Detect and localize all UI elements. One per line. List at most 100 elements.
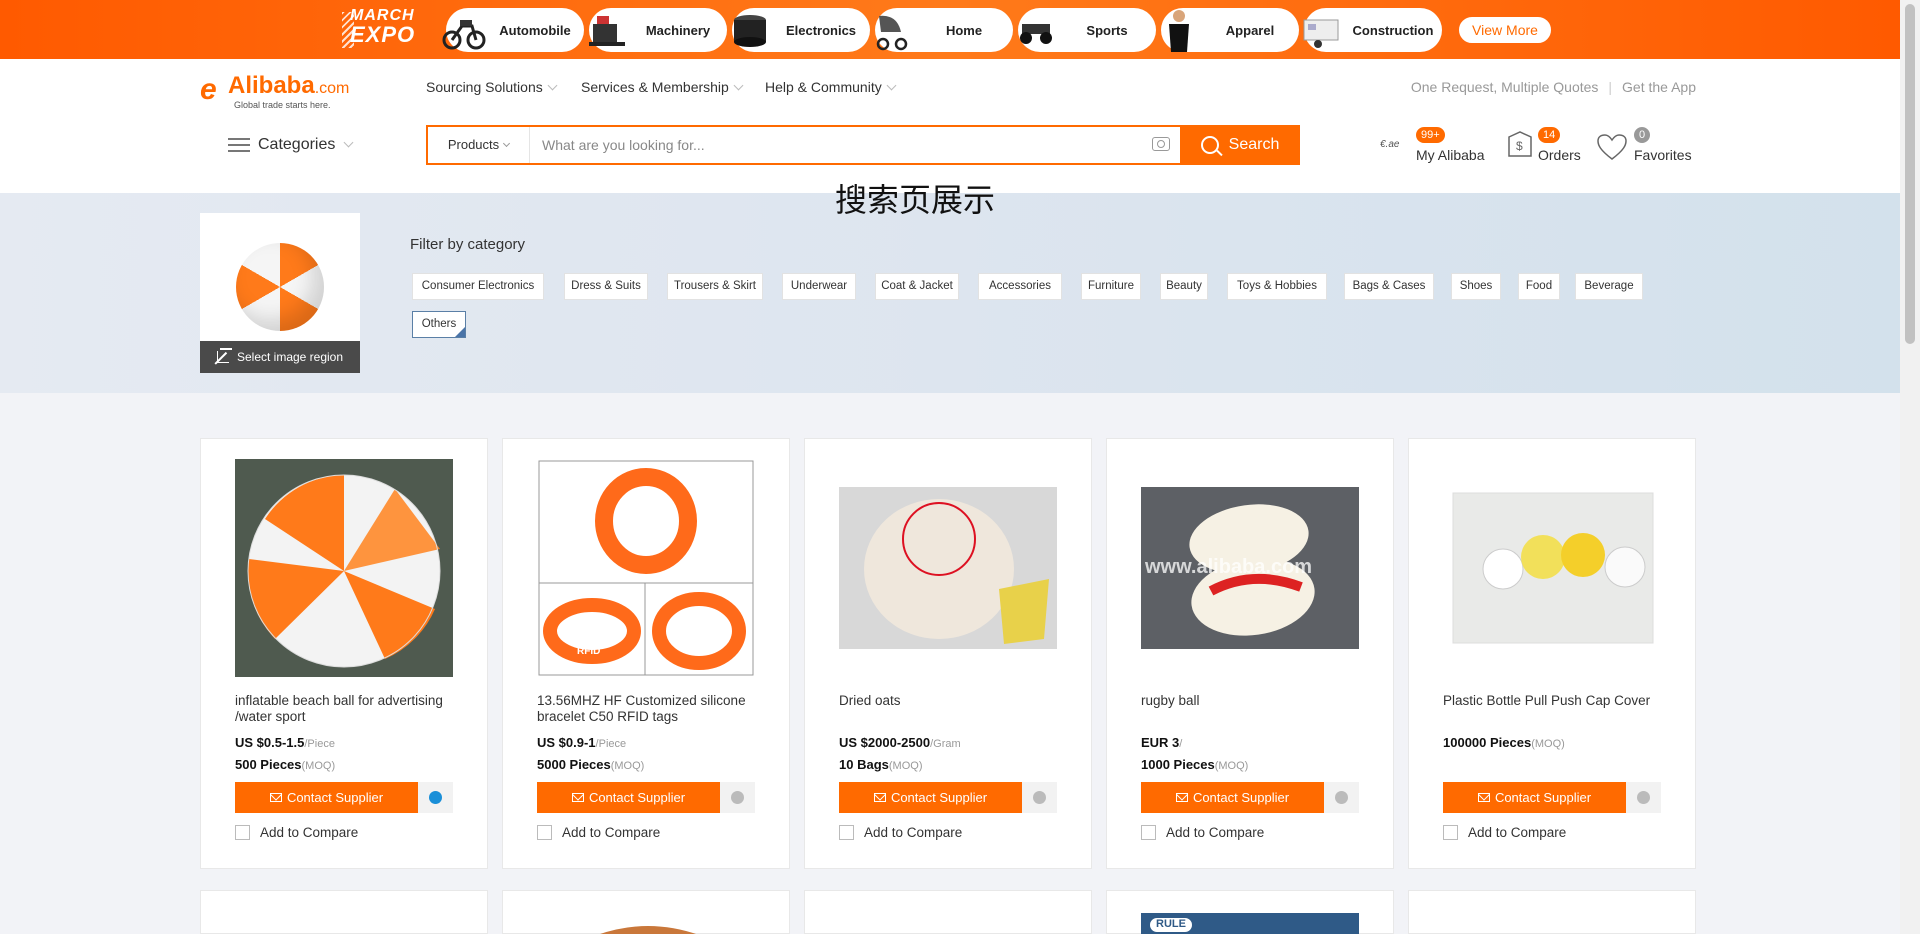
chip-food[interactable]: Food [1518, 273, 1560, 300]
chip-coat-jacket[interactable]: Coat & Jacket [875, 273, 959, 300]
expo-category-automobile[interactable]: Automobile [442, 8, 584, 52]
rfq-link[interactable]: One Request, Multiple Quotes [1411, 79, 1599, 95]
moq-unit: (MOQ) [888, 760, 923, 772]
chip-beauty[interactable]: Beauty [1160, 273, 1208, 300]
contact-supplier-button[interactable]: Contact Supplier [537, 782, 720, 813]
expo-category-home[interactable]: Home [875, 8, 1013, 52]
search-input[interactable] [542, 127, 1142, 163]
chat-now-button[interactable] [1626, 782, 1661, 813]
nav-label: Services & Membership [581, 79, 729, 95]
expo-category-machinery[interactable]: Machinery [589, 8, 727, 52]
nav-services-membership[interactable]: Services & Membership [581, 79, 744, 95]
compare-checkbox[interactable] [1443, 825, 1458, 840]
logo-word: Alibaba [228, 72, 315, 99]
add-to-compare[interactable]: Add to Compare [235, 825, 358, 840]
chat-now-button[interactable] [418, 782, 453, 813]
chip-accessories[interactable]: Accessories [978, 273, 1062, 300]
product-title[interactable]: rugby ball [1141, 693, 1367, 709]
search-type-label: Products [447, 137, 500, 152]
favorites-link[interactable]: 0 Favorites [1596, 127, 1696, 167]
camera-icon[interactable] [1152, 137, 1170, 151]
stroller-icon [876, 15, 908, 51]
product-card[interactable]: Dried oats US $2000-2500/Gram 10 Bags(MO… [804, 438, 1092, 869]
product-price: US $2000-2500/Gram [839, 735, 961, 750]
compare-checkbox[interactable] [235, 825, 250, 840]
logo-suffix: .com [314, 80, 350, 97]
expo-category-electronics[interactable]: Electronics [732, 8, 870, 52]
contact-supplier-button[interactable]: Contact Supplier [1141, 782, 1324, 813]
chip-underwear[interactable]: Underwear [782, 273, 856, 300]
product-image[interactable]: www.alibaba.com [1141, 459, 1359, 677]
nav-sourcing-solutions[interactable]: Sourcing Solutions [426, 79, 558, 95]
chat-offline-icon [1033, 791, 1046, 804]
product-image[interactable] [235, 459, 453, 677]
product-image[interactable] [839, 459, 1057, 677]
chip-consumer-electronics[interactable]: Consumer Electronics [412, 273, 544, 300]
march-expo-logo[interactable]: MARCH EXPO [342, 8, 438, 52]
select-image-region-button[interactable]: Select image region [200, 341, 360, 373]
alibaba-logo[interactable]: e Alibaba.com Global trade starts here. [200, 69, 400, 110]
compare-label: Add to Compare [1166, 825, 1265, 840]
compare-checkbox[interactable] [537, 825, 552, 840]
chat-now-button[interactable] [1324, 782, 1359, 813]
orders-link[interactable]: $ 14 Orders [1506, 127, 1586, 167]
expo-category-sports[interactable]: Sports [1018, 8, 1156, 52]
chip-dress-suits[interactable]: Dress & Suits [564, 273, 648, 300]
search-type-dropdown[interactable]: Products [428, 127, 530, 163]
my-alibaba-link[interactable]: €.ae 99+ My Alibaba [1380, 127, 1490, 167]
product-image[interactable]: RFID [537, 459, 755, 677]
scrollbar-thumb[interactable] [1905, 4, 1915, 344]
chevron-down-icon [547, 80, 558, 91]
contact-supplier-button[interactable]: Contact Supplier [839, 782, 1022, 813]
product-card[interactable]: RULE [1106, 890, 1394, 934]
chip-shoes[interactable]: Shoes [1451, 273, 1501, 300]
product-card[interactable] [502, 890, 790, 934]
chip-others[interactable]: Others [412, 311, 466, 338]
search-button[interactable]: Search [1180, 125, 1300, 165]
categories-menu[interactable]: Categories [228, 136, 354, 154]
add-to-compare[interactable]: Add to Compare [839, 825, 962, 840]
product-title[interactable]: inflatable beach ball for advertising /w… [235, 693, 461, 725]
moq-value: 100000 Pieces [1443, 735, 1532, 750]
contact-label: Contact Supplier [1192, 790, 1290, 805]
expo-category-label: Construction [1352, 22, 1434, 38]
product-card[interactable] [804, 890, 1092, 934]
chip-beverage[interactable]: Beverage [1575, 273, 1643, 300]
product-title[interactable]: Plastic Bottle Pull Push Cap Cover [1443, 693, 1669, 709]
contact-supplier-button[interactable]: Contact Supplier [1443, 782, 1626, 813]
expo-category-apparel[interactable]: Apparel [1161, 8, 1299, 52]
product-card[interactable]: RFID 13.56MHZ HF Customized silicone bra… [502, 438, 790, 869]
contact-supplier-button[interactable]: Contact Supplier [235, 782, 418, 813]
product-card[interactable]: inflatable beach ball for advertising /w… [200, 438, 488, 869]
orders-label: Orders [1538, 147, 1581, 163]
expo-category-construction[interactable]: Construction [1303, 8, 1442, 52]
nav-help-community[interactable]: Help & Community [765, 79, 897, 95]
product-moq: 1000 Pieces(MOQ) [1141, 757, 1248, 772]
product-title[interactable]: 13.56MHZ HF Customized silicone bracelet… [537, 693, 763, 725]
get-app-link[interactable]: Get the App [1622, 79, 1696, 95]
chip-trousers-skirt[interactable]: Trousers & Skirt [667, 273, 763, 300]
compare-checkbox[interactable] [1141, 825, 1156, 840]
price-unit: /Piece [304, 738, 335, 750]
view-more-button[interactable]: View More [1459, 17, 1551, 43]
product-price: US $0.5-1.5/Piece [235, 735, 335, 750]
add-to-compare[interactable]: Add to Compare [537, 825, 660, 840]
product-card[interactable]: Plastic Bottle Pull Push Cap Cover 10000… [1408, 438, 1696, 869]
chip-bags-cases[interactable]: Bags & Cases [1344, 273, 1434, 300]
product-card[interactable] [200, 890, 488, 934]
chip-furniture[interactable]: Furniture [1081, 273, 1141, 300]
my-alibaba-label: My Alibaba [1416, 147, 1485, 163]
product-card[interactable]: www.alibaba.com rugby ball EUR 3/ 1000 P… [1106, 438, 1394, 869]
add-to-compare[interactable]: Add to Compare [1141, 825, 1264, 840]
march-expo-banner[interactable]: MARCH EXPO Automobile Machinery Electron… [0, 0, 1900, 59]
product-title[interactable]: Dried oats [839, 693, 1065, 709]
product-card[interactable] [1408, 890, 1696, 934]
chat-now-button[interactable] [720, 782, 755, 813]
page-scrollbar[interactable] [1900, 0, 1920, 934]
product-image[interactable] [1443, 459, 1661, 677]
compare-checkbox[interactable] [839, 825, 854, 840]
search-bar: Products Search [426, 125, 1300, 165]
add-to-compare[interactable]: Add to Compare [1443, 825, 1566, 840]
chip-toys-hobbies[interactable]: Toys & Hobbies [1227, 273, 1327, 300]
chat-now-button[interactable] [1022, 782, 1057, 813]
